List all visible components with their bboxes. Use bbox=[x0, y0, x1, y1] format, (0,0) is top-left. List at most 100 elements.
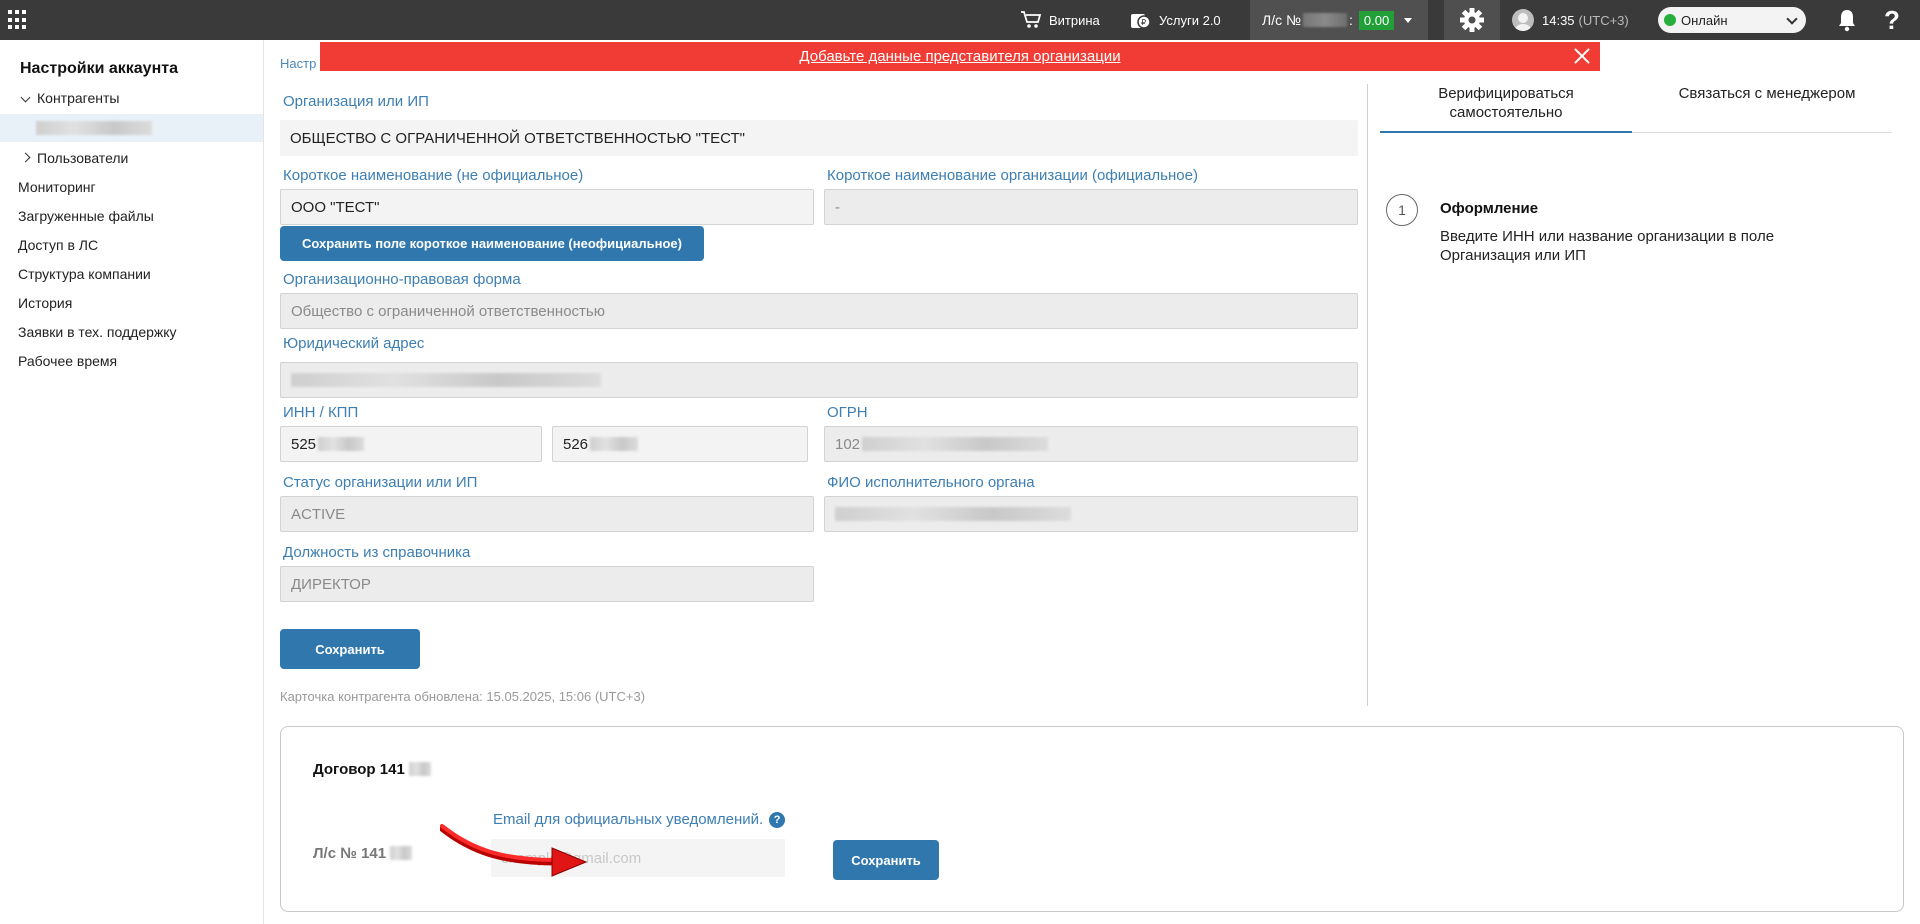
save-short-name-button[interactable]: Сохранить поле короткое наименование (не… bbox=[280, 226, 704, 261]
sidebar-item-users[interactable]: Пользователи bbox=[20, 150, 129, 166]
sidebar-item-support-requests[interactable]: Заявки в тех. поддержку bbox=[18, 324, 177, 340]
status-value: Онлайн bbox=[1681, 12, 1728, 28]
inn-kpp-label: ИНН / КПП bbox=[283, 404, 359, 421]
account-suffix: : bbox=[1349, 12, 1353, 28]
sidebar-item-company-structure[interactable]: Структура компании bbox=[18, 266, 151, 282]
position-label: Должность из справочника bbox=[283, 544, 471, 561]
sidebar-item-counterparties[interactable]: Контрагенты bbox=[20, 90, 120, 106]
step-title: Оформление bbox=[1440, 200, 1539, 217]
svg-text:₽: ₽ bbox=[1141, 18, 1146, 27]
sidebar-item-account-access[interactable]: Доступ в ЛС bbox=[18, 237, 98, 253]
ogrn-label: ОГРН bbox=[827, 404, 868, 421]
tab-contact-manager[interactable]: Связаться с менеджером bbox=[1652, 84, 1882, 134]
timezone-label: (UTC+3) bbox=[1578, 12, 1629, 28]
redacted-executive-name bbox=[835, 507, 1071, 521]
status-label: Статус организации или ИП bbox=[283, 474, 478, 491]
user-menu[interactable]: 14:35 (UTC+3) bbox=[1512, 0, 1629, 40]
breadcrumb[interactable]: Настр bbox=[280, 56, 316, 71]
status-value: ACTIVE bbox=[291, 505, 346, 523]
contract-account: Л/с № 141 bbox=[313, 845, 413, 862]
position-value: ДИРЕКТОР bbox=[291, 575, 371, 593]
contract-title-text: Договор 141 bbox=[313, 761, 405, 778]
short-name-label: Короткое наименование (не официальное) bbox=[283, 167, 584, 184]
redacted-address bbox=[291, 373, 601, 387]
tab-divider bbox=[1632, 132, 1892, 133]
contract-panel: Договор 141 Л/с № 141 Email для официаль… bbox=[280, 726, 1904, 912]
sidebar-title: Настройки аккаунта bbox=[20, 60, 178, 77]
services-icon: ₽ bbox=[1131, 14, 1151, 29]
online-status-dot bbox=[1664, 14, 1676, 26]
short-official-field: - bbox=[824, 189, 1358, 225]
ogrn-value: 102 bbox=[835, 435, 861, 453]
apps-grid-icon[interactable] bbox=[8, 10, 28, 30]
short-name-value: ООО "ТЕСТ" bbox=[291, 198, 380, 216]
redacted-ogrn bbox=[862, 437, 1049, 451]
tab-self-verification[interactable]: Верифицироваться самостоятельно bbox=[1390, 84, 1622, 134]
sidebar-item-label: Пользователи bbox=[37, 150, 129, 166]
sidebar-item-working-hours[interactable]: Рабочее время bbox=[18, 353, 117, 369]
redacted-kpp bbox=[590, 437, 639, 451]
top-bar: Витрина ₽ Услуги 2.0 Л/с № : 0.00 14:35 … bbox=[0, 0, 1920, 40]
save-button[interactable]: Сохранить bbox=[280, 629, 420, 669]
updated-timestamp: Карточка контрагента обновлена: 15.05.20… bbox=[280, 689, 646, 704]
help-label: ? bbox=[1884, 4, 1900, 35]
kpp-value: 526 bbox=[563, 435, 589, 453]
org-value: ОБЩЕСТВО С ОГРАНИЧЕННОЙ ОТВЕТСТВЕННОСТЬЮ… bbox=[290, 129, 745, 147]
notifications-button[interactable] bbox=[1836, 0, 1865, 40]
caret-down-icon bbox=[1404, 17, 1413, 23]
redacted-counterparty-name bbox=[36, 121, 152, 135]
contract-account-text: Л/с № 141 bbox=[313, 845, 387, 862]
chevron-right-icon bbox=[20, 152, 31, 163]
inn-value: 525 bbox=[291, 435, 317, 453]
sidebar-item-selected-counterparty[interactable] bbox=[0, 114, 263, 142]
showcase-label: Витрина bbox=[1049, 12, 1100, 28]
address-field bbox=[280, 362, 1358, 398]
chevron-down-icon bbox=[1786, 13, 1798, 25]
legal-form-value: Общество с ограниченной ответственностью bbox=[291, 302, 605, 320]
cart-icon bbox=[1021, 11, 1042, 28]
ogrn-field: 102 bbox=[824, 426, 1358, 462]
avatar bbox=[1512, 9, 1534, 31]
sidebar: Настройки аккаунта Контрагенты Пользоват… bbox=[0, 40, 264, 924]
current-time: 14:35 bbox=[1542, 12, 1575, 28]
executive-label: ФИО исполнительного органа bbox=[827, 474, 1035, 491]
sidebar-item-label: Контрагенты bbox=[37, 90, 120, 106]
help-button[interactable]: ? bbox=[1884, 0, 1900, 40]
sidebar-item-monitoring[interactable]: Мониторинг bbox=[18, 179, 96, 195]
sidebar-item-history[interactable]: История bbox=[18, 295, 72, 311]
org-field[interactable]: ОБЩЕСТВО С ОГРАНИЧЕННОЙ ОТВЕТСТВЕННОСТЬЮ… bbox=[280, 120, 1358, 156]
account-prefix: Л/с № bbox=[1262, 12, 1301, 28]
question-icon[interactable]: ? bbox=[769, 811, 786, 828]
services-link[interactable]: ₽ Услуги 2.0 bbox=[1130, 0, 1221, 40]
showcase-link[interactable]: Витрина bbox=[1020, 0, 1100, 40]
balance-dropdown[interactable]: Л/с № : 0.00 bbox=[1250, 0, 1428, 40]
redacted-account-number bbox=[390, 846, 413, 860]
contract-title: Договор 141 bbox=[313, 761, 431, 778]
services-label: Услуги 2.0 bbox=[1159, 12, 1221, 28]
account-number-redacted bbox=[1303, 13, 1347, 27]
red-arrow-annotation bbox=[440, 824, 588, 877]
legal-form-label: Организационно-правовая форма bbox=[283, 271, 521, 288]
org-label: Организация или ИП bbox=[283, 93, 429, 110]
add-representative-link[interactable]: Добавьте данные представителя организаци… bbox=[799, 48, 1120, 65]
sidebar-item-uploaded-files[interactable]: Загруженные файлы bbox=[18, 208, 154, 224]
inn-input[interactable]: 525 bbox=[280, 426, 542, 462]
settings-button[interactable] bbox=[1444, 0, 1500, 40]
short-official-value: - bbox=[835, 198, 840, 216]
status-field: ACTIVE bbox=[280, 496, 814, 532]
status-select[interactable]: Онлайн bbox=[1658, 7, 1806, 33]
redacted-contract-number bbox=[408, 762, 431, 776]
vertical-divider bbox=[1367, 84, 1368, 706]
address-label: Юридический адрес bbox=[283, 335, 425, 352]
kpp-input[interactable]: 526 bbox=[552, 426, 808, 462]
bell-icon bbox=[1839, 10, 1855, 32]
short-name-input[interactable]: ООО "ТЕСТ" bbox=[280, 189, 814, 225]
warning-banner: Добавьте данные представителя организаци… bbox=[320, 42, 1600, 71]
active-tab-indicator bbox=[1380, 131, 1632, 133]
close-icon[interactable] bbox=[1572, 46, 1592, 66]
save-email-button[interactable]: Сохранить bbox=[833, 840, 939, 880]
redacted-inn bbox=[318, 437, 365, 451]
legal-form-field: Общество с ограниченной ответственностью bbox=[280, 293, 1358, 329]
balance-value: 0.00 bbox=[1358, 10, 1395, 30]
step-description: Введите ИНН или название организации в п… bbox=[1440, 228, 1775, 264]
